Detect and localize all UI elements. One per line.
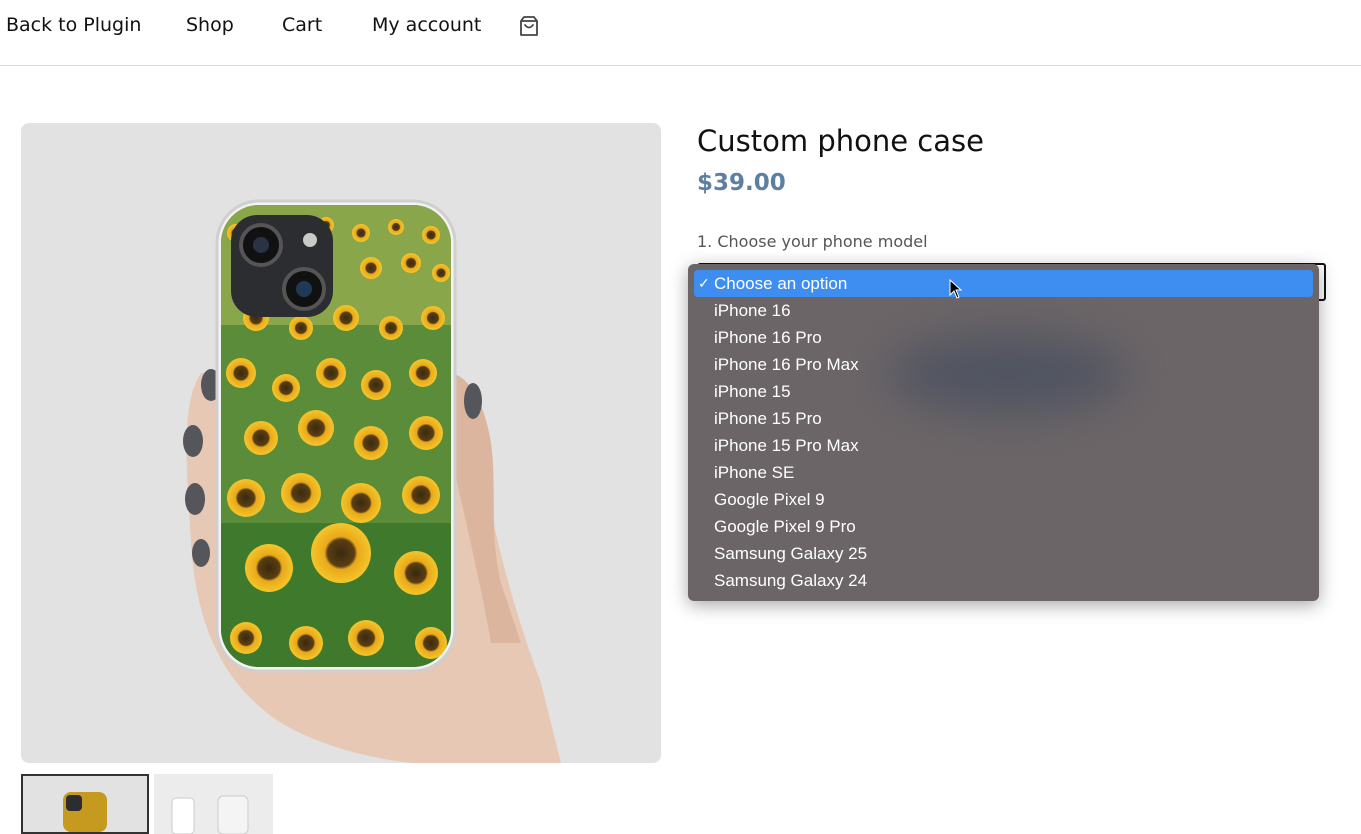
dropdown-option[interactable]: iPhone 15 — [694, 378, 1313, 405]
product-main-image[interactable] — [21, 123, 661, 763]
dropdown-option-label: Google Pixel 9 Pro — [714, 517, 856, 536]
checkmark-icon: ✓ — [698, 275, 710, 291]
phone-model-label: 1. Choose your phone model — [697, 232, 928, 251]
product-price: $39.00 — [697, 170, 786, 196]
dropdown-option[interactable]: iPhone 16 Pro Max — [694, 351, 1313, 378]
dropdown-option[interactable]: iPhone 15 Pro — [694, 405, 1313, 432]
dropdown-option[interactable]: iPhone SE — [694, 459, 1313, 486]
dropdown-option[interactable]: Google Pixel 9 — [694, 486, 1313, 513]
dropdown-option-label: iPhone 15 Pro Max — [714, 436, 859, 455]
dropdown-option-label: iPhone 15 — [714, 382, 791, 401]
gallery-thumbnail-2[interactable] — [154, 774, 273, 834]
thumbnail-lifestyle-image — [154, 774, 273, 834]
dropdown-option[interactable]: Google Pixel 9 Pro — [694, 513, 1313, 540]
dropdown-option-label: Choose an option — [714, 274, 848, 293]
nav-cart[interactable]: Cart — [282, 14, 322, 36]
dropdown-option[interactable]: Samsung Galaxy 24 — [694, 567, 1313, 594]
thumbnail-phone-image — [23, 776, 147, 832]
nav-back-to-plugin[interactable]: Back to Plugin — [6, 14, 141, 36]
dropdown-option[interactable]: iPhone 16 Pro — [694, 324, 1313, 351]
hand-holding-phone-image — [183, 199, 561, 763]
dropdown-option[interactable]: iPhone 16 — [694, 297, 1313, 324]
nav-my-account[interactable]: My account — [372, 14, 481, 36]
gallery-thumbnail-1[interactable] — [21, 774, 149, 834]
dropdown-option[interactable]: Samsung Galaxy 25 — [694, 540, 1313, 567]
dropdown-option-label: Google Pixel 9 — [714, 490, 825, 509]
dropdown-option-label: Samsung Galaxy 24 — [714, 571, 868, 590]
dropdown-option-label: iPhone 16 Pro Max — [714, 355, 859, 374]
dropdown-option[interactable]: ✓ Choose an option — [694, 270, 1313, 297]
nav-shop[interactable]: Shop — [186, 14, 234, 36]
phone-model-dropdown-list[interactable]: ✓ Choose an option iPhone 16 iPhone 16 Pro i… — [688, 264, 1319, 601]
dropdown-option-label: iPhone 16 — [714, 301, 791, 320]
product-title: Custom phone case — [697, 124, 984, 158]
dropdown-option-label: iPhone SE — [714, 463, 795, 482]
dropdown-option[interactable]: iPhone 15 Pro Max — [694, 432, 1313, 459]
site-header: Back to Plugin Shop Cart My account — [0, 0, 1361, 66]
shopping-bag-icon[interactable] — [517, 14, 541, 38]
dropdown-option-label: iPhone 16 Pro — [714, 328, 822, 347]
dropdown-option-label: Samsung Galaxy 25 — [714, 544, 868, 563]
dropdown-option-label: iPhone 15 Pro — [714, 409, 822, 428]
